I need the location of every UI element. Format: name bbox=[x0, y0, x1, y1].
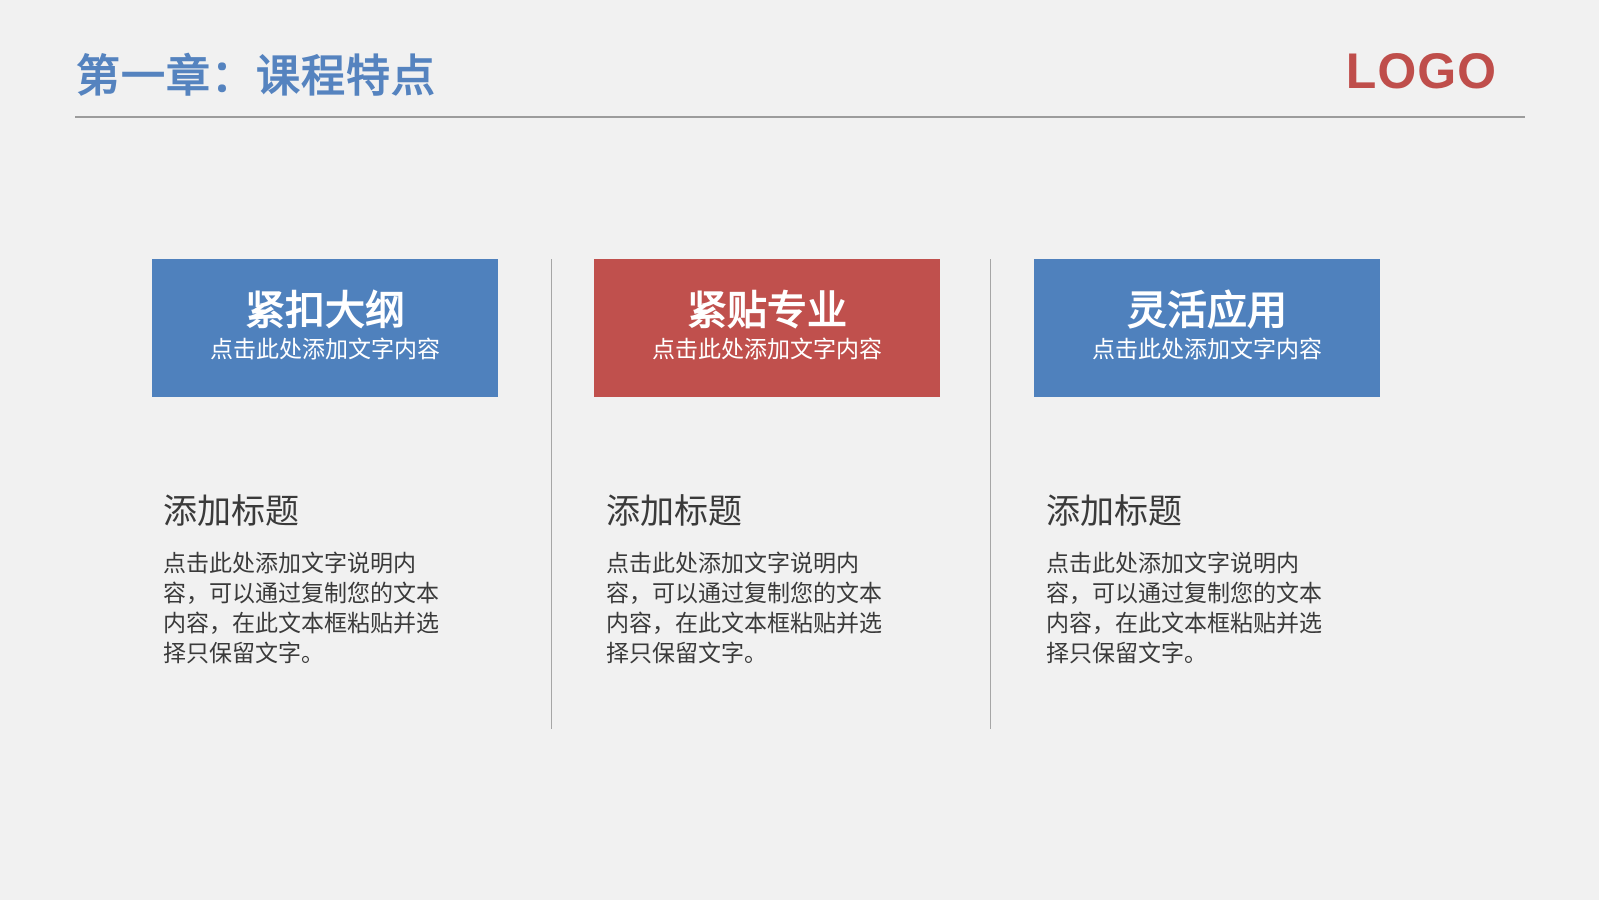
column-heading-1[interactable]: 添加标题 bbox=[163, 484, 299, 533]
logo: LOGO bbox=[1345, 43, 1497, 99]
feature-box-subtitle: 点击此处添加文字内容 bbox=[652, 337, 882, 363]
feature-box-2[interactable]: 紧贴专业 点击此处添加文字内容 bbox=[594, 259, 940, 397]
feature-box-3[interactable]: 灵活应用 点击此处添加文字内容 bbox=[1034, 259, 1380, 397]
feature-box-1[interactable]: 紧扣大纲 点击此处添加文字内容 bbox=[152, 259, 498, 397]
slide: 第一章：课程特点 LOGO 紧扣大纲 点击此处添加文字内容 添加标题 点击此处添… bbox=[0, 0, 1599, 900]
header-divider bbox=[75, 116, 1525, 118]
column-heading-3[interactable]: 添加标题 bbox=[1046, 484, 1182, 533]
column-heading-2[interactable]: 添加标题 bbox=[606, 484, 742, 533]
feature-box-title: 灵活应用 bbox=[1127, 288, 1287, 334]
column-description-2[interactable]: 点击此处添加文字说明内容，可以通过复制您的文本内容，在此文本框粘贴并选择只保留文… bbox=[606, 549, 896, 669]
column-divider-1 bbox=[551, 259, 552, 729]
page-title: 第一章：课程特点 bbox=[76, 51, 436, 102]
column-description-3[interactable]: 点击此处添加文字说明内容，可以通过复制您的文本内容，在此文本框粘贴并选择只保留文… bbox=[1046, 549, 1336, 669]
column-divider-2 bbox=[990, 259, 991, 729]
column-description-1[interactable]: 点击此处添加文字说明内容，可以通过复制您的文本内容，在此文本框粘贴并选择只保留文… bbox=[163, 549, 453, 669]
feature-box-title: 紧贴专业 bbox=[687, 288, 847, 334]
feature-box-subtitle: 点击此处添加文字内容 bbox=[210, 337, 440, 363]
feature-box-subtitle: 点击此处添加文字内容 bbox=[1092, 337, 1322, 363]
feature-box-title: 紧扣大纲 bbox=[245, 288, 405, 334]
